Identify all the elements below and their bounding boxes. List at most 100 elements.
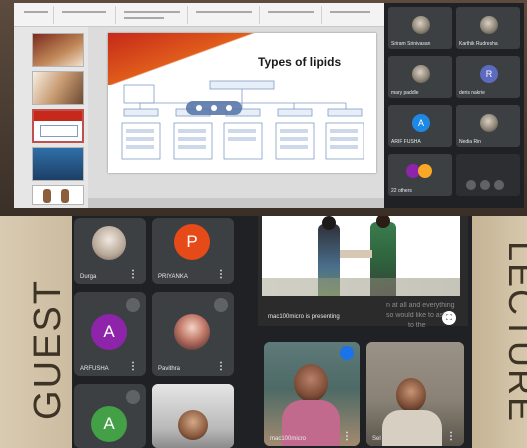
more-options-icon[interactable]: ⋮ [128, 361, 138, 372]
overlay-text: so would like to ask [386, 312, 447, 319]
avatar [92, 226, 126, 260]
diagram-box [327, 108, 363, 117]
participant-name: Durga [80, 274, 97, 280]
slide-thumbnail-pane [14, 27, 88, 208]
slide-thumbnail[interactable] [32, 33, 84, 67]
participant-tile[interactable]: Sriram Srinivasan [388, 7, 452, 49]
avatar: R [480, 65, 498, 83]
powerpoint-window: Types of lipids [14, 3, 384, 208]
participant-name: Pavithra [158, 366, 181, 372]
camera-icon[interactable] [466, 180, 476, 190]
participant-name: mac100micro [270, 436, 307, 442]
avatar [480, 16, 498, 34]
status-bar [88, 198, 384, 208]
slide-title: Types of lipids [258, 55, 342, 69]
participant-name: mary paddle [391, 90, 419, 96]
participant-tile[interactable]: Nedia Rin [456, 105, 520, 147]
avatar [178, 410, 208, 440]
slide-thumbnail-selected[interactable] [32, 109, 84, 143]
participant-video-tile[interactable]: Sel ⋮ [366, 342, 464, 446]
avatar [396, 378, 426, 412]
mic-off-icon [126, 298, 140, 312]
laptop-photo: Types of lipids Sriram Srinivasan Karthi… [0, 0, 527, 216]
meet-phone-screen: Durga ⋮ P PRIYANKA ⋮ A ARFUSHA ⋮ Pavithr… [72, 216, 472, 448]
participant-name: ARFUSHA [80, 366, 109, 372]
shared-screen [262, 216, 460, 296]
more-options-icon[interactable]: ⋮ [216, 269, 226, 280]
lipid-classification-diagram [121, 80, 364, 160]
ribbon-group-slides[interactable] [56, 6, 116, 24]
overlay-text: to the [408, 322, 426, 329]
participant-name: Sel [372, 436, 381, 442]
slideshow-control-bar[interactable] [186, 101, 242, 115]
participant-tile-others[interactable]: 22 others [388, 154, 452, 196]
participant-tile[interactable]: Pavithra ⋮ [152, 292, 234, 376]
avatar [294, 364, 328, 402]
lecture-sign: LECTURE [501, 240, 527, 424]
ribbon-text-line [330, 11, 370, 13]
next-icon[interactable] [226, 105, 233, 111]
speaking-indicator-icon [340, 346, 354, 360]
participant-name: deris nakrie [459, 90, 485, 96]
self-video-tile[interactable]: mac100micro ⋮ [264, 342, 360, 446]
overlay-text: n at all and everything [386, 302, 455, 309]
avatar: A [91, 406, 127, 442]
others-count: 22 others [391, 188, 412, 194]
diagram-box [277, 108, 313, 117]
ribbon-group-drawing[interactable] [262, 6, 322, 24]
participant-tile[interactable]: Karthik Rudresha [456, 7, 520, 49]
slide-thumbnail[interactable] [32, 147, 84, 181]
ribbon-text-line [268, 11, 314, 13]
presenting-label: mac100micro is presenting [268, 314, 340, 320]
meet-participant-grid: Sriram Srinivasan Karthik Rudresha mary … [384, 3, 524, 208]
mic-icon[interactable] [480, 180, 490, 190]
ribbon-group-clipboard[interactable] [18, 6, 54, 24]
participant-tile[interactable]: Durga ⋮ [74, 218, 146, 284]
more-options-icon[interactable]: ⋮ [216, 361, 226, 372]
participant-tile[interactable]: R deris nakrie [456, 56, 520, 98]
ribbon-toolbar [14, 3, 384, 27]
ribbon-text-line [124, 17, 164, 19]
participant-tile[interactable]: A [74, 384, 146, 448]
pointer-icon[interactable] [210, 105, 217, 111]
slide-thumbnail[interactable] [32, 71, 84, 105]
ribbon-text-line [24, 11, 48, 13]
phone-photo: GUEST LECTURE Durga ⋮ P PRIYANKA ⋮ A ARF… [0, 216, 527, 448]
current-slide[interactable]: Types of lipids [108, 33, 376, 173]
participant-name: Nedia Rin [459, 139, 481, 145]
avatar [418, 164, 432, 178]
more-options-icon[interactable]: ⋮ [342, 431, 352, 442]
previous-icon[interactable] [195, 105, 202, 111]
more-options-icon[interactable]: ⋮ [128, 269, 138, 280]
avatar: A [412, 114, 430, 132]
more-options-icon[interactable] [494, 180, 504, 190]
ribbon-text-line [196, 11, 252, 13]
diagram-box [209, 80, 275, 90]
ribbon-group-paragraph[interactable] [190, 6, 260, 24]
mic-off-icon [126, 390, 140, 404]
participant-tile[interactable]: A ARIF FUSHA [388, 105, 452, 147]
participant-name: PRIYANKA [158, 274, 188, 280]
diagram-box [123, 108, 159, 117]
self-tile[interactable] [456, 154, 520, 196]
ribbon-group-font[interactable] [118, 6, 188, 24]
ribbon-group-editing[interactable] [324, 6, 380, 24]
slide-thumbnail[interactable] [32, 185, 84, 205]
ribbon-text-line [124, 11, 180, 13]
participant-name: Sriram Srinivasan [391, 41, 431, 47]
participant-tile[interactable]: A ARFUSHA ⋮ [74, 292, 146, 376]
participant-tile[interactable]: P PRIYANKA ⋮ [152, 218, 234, 284]
presentation-tile[interactable]: mac100micro is presenting ⛶ n at all and… [258, 216, 468, 329]
participant-tile[interactable]: mary paddle [388, 56, 452, 98]
avatar: A [91, 314, 127, 350]
more-options-icon[interactable]: ⋮ [446, 431, 456, 442]
laptop-screen: Types of lipids Sriram Srinivasan Karthi… [14, 3, 524, 208]
avatar [174, 314, 210, 350]
avatar [480, 114, 498, 132]
participant-tile[interactable] [152, 384, 234, 448]
mic-off-icon [214, 298, 228, 312]
participant-name: Karthik Rudresha [459, 41, 498, 47]
guest-sign: GUEST [26, 279, 69, 420]
avatar: P [174, 224, 210, 260]
avatar [412, 16, 430, 34]
